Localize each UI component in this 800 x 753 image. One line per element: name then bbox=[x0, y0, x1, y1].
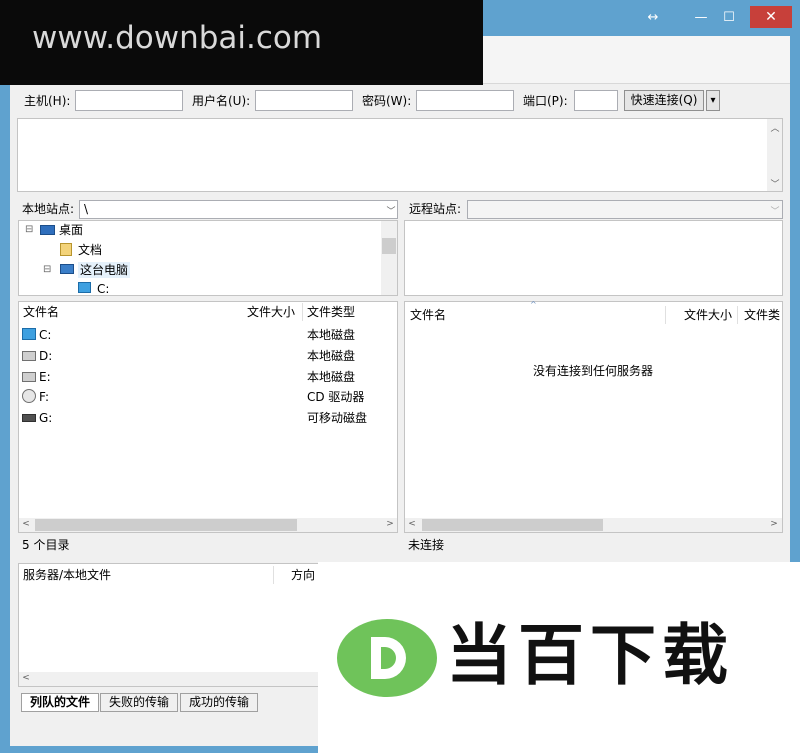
scroll-down-arrow-icon[interactable]: ﹀ bbox=[768, 177, 782, 190]
quickconnect-dropdown-icon[interactable]: ▾ bbox=[706, 90, 720, 111]
queue-col-server-local-file[interactable]: 服务器/本地文件 bbox=[23, 565, 111, 585]
restore-size-icon[interactable]: ↔ bbox=[642, 8, 664, 28]
local-col-filename[interactable]: 文件名 bbox=[23, 302, 59, 322]
scroll-right-arrow-icon[interactable]: > bbox=[383, 519, 397, 529]
username-label: 用户名(U): bbox=[192, 94, 251, 108]
tree-item-this-pc[interactable]: 这台电脑 bbox=[78, 262, 131, 278]
hard-drive-icon bbox=[22, 351, 36, 361]
collapse-toggle-icon[interactable]: ⊟ bbox=[43, 262, 51, 278]
remote-path-combo[interactable] bbox=[467, 200, 783, 219]
not-connected-message: 没有连接到任何服务器 bbox=[533, 364, 654, 378]
remote-col-filename[interactable]: 文件名 bbox=[410, 305, 446, 325]
brand-logo-icon bbox=[337, 619, 437, 697]
tree-item-desktop[interactable]: 桌面 bbox=[59, 222, 83, 238]
remote-status-text: 未连接 bbox=[404, 536, 783, 556]
tree-item-c-drive[interactable]: C: bbox=[97, 281, 109, 297]
host-label: 主机(H): bbox=[24, 94, 71, 108]
local-row-name[interactable]: F: bbox=[39, 389, 49, 405]
password-label: 密码(W): bbox=[362, 94, 412, 108]
local-tree-scrollbar[interactable] bbox=[381, 221, 397, 295]
remote-directory-tree bbox=[404, 220, 783, 296]
local-tree-scroll-thumb[interactable] bbox=[382, 238, 396, 254]
close-button[interactable]: ✕ bbox=[750, 6, 792, 28]
scroll-left-arrow-icon[interactable]: < bbox=[19, 519, 33, 529]
remote-path-chevron-down-icon[interactable]: ﹀ bbox=[768, 204, 782, 217]
scroll-left-arrow-icon[interactable]: < bbox=[19, 673, 33, 683]
remote-col-filetype[interactable]: 文件类 bbox=[744, 305, 782, 325]
local-status-text: 5 个目录 bbox=[18, 536, 398, 556]
port-label: 端口(P): bbox=[523, 94, 568, 108]
column-divider[interactable] bbox=[737, 306, 738, 324]
column-divider[interactable] bbox=[665, 306, 666, 324]
hard-drive-icon bbox=[22, 372, 36, 382]
local-col-filetype[interactable]: 文件类型 bbox=[307, 302, 355, 322]
watermark-brand-text: 当百下载 bbox=[446, 617, 734, 694]
local-col-filesize[interactable]: 文件大小 bbox=[247, 302, 295, 322]
remote-col-filesize[interactable]: 文件大小 bbox=[684, 305, 732, 325]
local-row-type: 可移动磁盘 bbox=[307, 411, 368, 425]
local-row-type: 本地磁盘 bbox=[307, 370, 356, 384]
remote-list-scroll-thumb[interactable] bbox=[422, 519, 603, 531]
queue-col-direction[interactable]: 方向 bbox=[291, 565, 315, 585]
local-row-type: 本地磁盘 bbox=[307, 328, 356, 342]
local-row-name[interactable]: D: bbox=[39, 348, 52, 364]
remote-site-label: 远程站点: bbox=[405, 200, 467, 220]
local-site-label: 本地站点: bbox=[18, 200, 78, 220]
column-divider[interactable] bbox=[273, 566, 274, 584]
watermark-url: www.downbai.com bbox=[32, 20, 323, 56]
quickconnect-button[interactable]: 快速连接(Q) bbox=[624, 90, 704, 111]
message-log[interactable] bbox=[17, 118, 783, 192]
scroll-left-arrow-icon[interactable]: < bbox=[405, 519, 419, 529]
documents-icon bbox=[60, 243, 72, 256]
username-input[interactable] bbox=[255, 90, 353, 111]
local-row-name[interactable]: C: bbox=[39, 327, 51, 343]
remote-file-list bbox=[404, 301, 783, 533]
local-row-name[interactable]: G: bbox=[39, 410, 52, 426]
port-input[interactable] bbox=[574, 90, 618, 111]
removable-drive-icon bbox=[22, 414, 36, 422]
column-divider[interactable] bbox=[302, 303, 303, 321]
tab-failed-transfers[interactable]: 失败的传输 bbox=[100, 693, 178, 712]
computer-icon bbox=[60, 264, 74, 274]
host-input[interactable] bbox=[75, 90, 183, 111]
sort-indicator-icon: ^ bbox=[530, 300, 537, 309]
maximize-button[interactable]: ☐ bbox=[718, 8, 740, 28]
password-input[interactable] bbox=[416, 90, 514, 111]
local-row-name[interactable]: E: bbox=[39, 369, 51, 385]
local-row-type: 本地磁盘 bbox=[307, 349, 356, 363]
scroll-up-arrow-icon[interactable]: ︿ bbox=[768, 121, 782, 134]
cd-drive-icon bbox=[22, 389, 36, 403]
local-row-type: CD 驱动器 bbox=[307, 390, 365, 404]
desktop-icon bbox=[40, 225, 55, 235]
local-path-chevron-down-icon[interactable]: ﹀ bbox=[384, 204, 398, 217]
windows-drive-icon bbox=[22, 328, 36, 340]
minimize-button[interactable]: — bbox=[690, 8, 712, 28]
scroll-right-arrow-icon[interactable]: > bbox=[767, 519, 781, 529]
windows-drive-icon bbox=[78, 282, 91, 293]
tree-item-documents[interactable]: 文档 bbox=[78, 242, 102, 258]
tab-queued-files[interactable]: 列队的文件 bbox=[21, 693, 99, 712]
local-list-scroll-thumb[interactable] bbox=[35, 519, 297, 531]
local-path-text: \ bbox=[84, 202, 89, 216]
tab-successful-transfers[interactable]: 成功的传输 bbox=[180, 693, 258, 712]
local-path-combo[interactable]: \ bbox=[79, 200, 398, 219]
collapse-toggle-icon[interactable]: ⊟ bbox=[25, 222, 33, 238]
